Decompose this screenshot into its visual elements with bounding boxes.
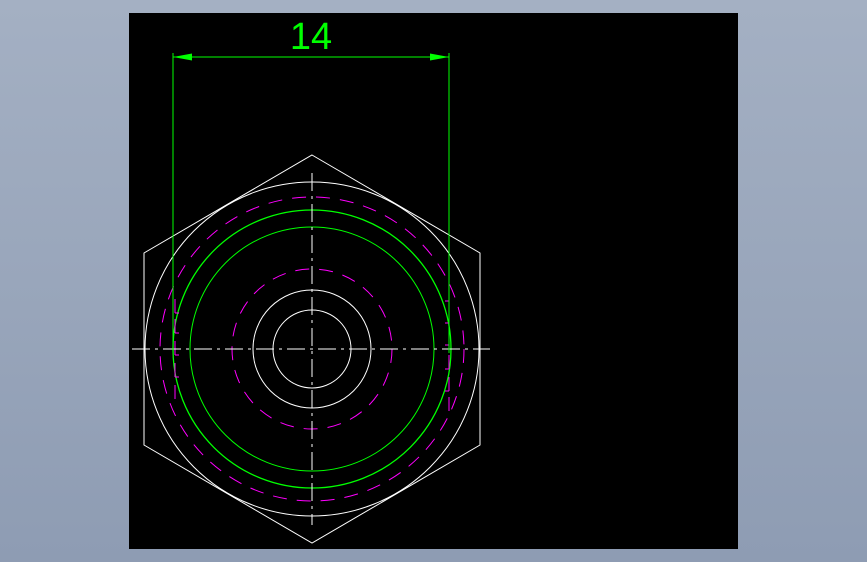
- cad-drawing-viewport[interactable]: 14: [129, 13, 738, 549]
- cad-drawing: 14: [132, 16, 490, 544]
- dimension-value: 14: [290, 16, 332, 58]
- dimension-arrow-left: [173, 53, 192, 61]
- dimension-arrow-right: [430, 53, 449, 61]
